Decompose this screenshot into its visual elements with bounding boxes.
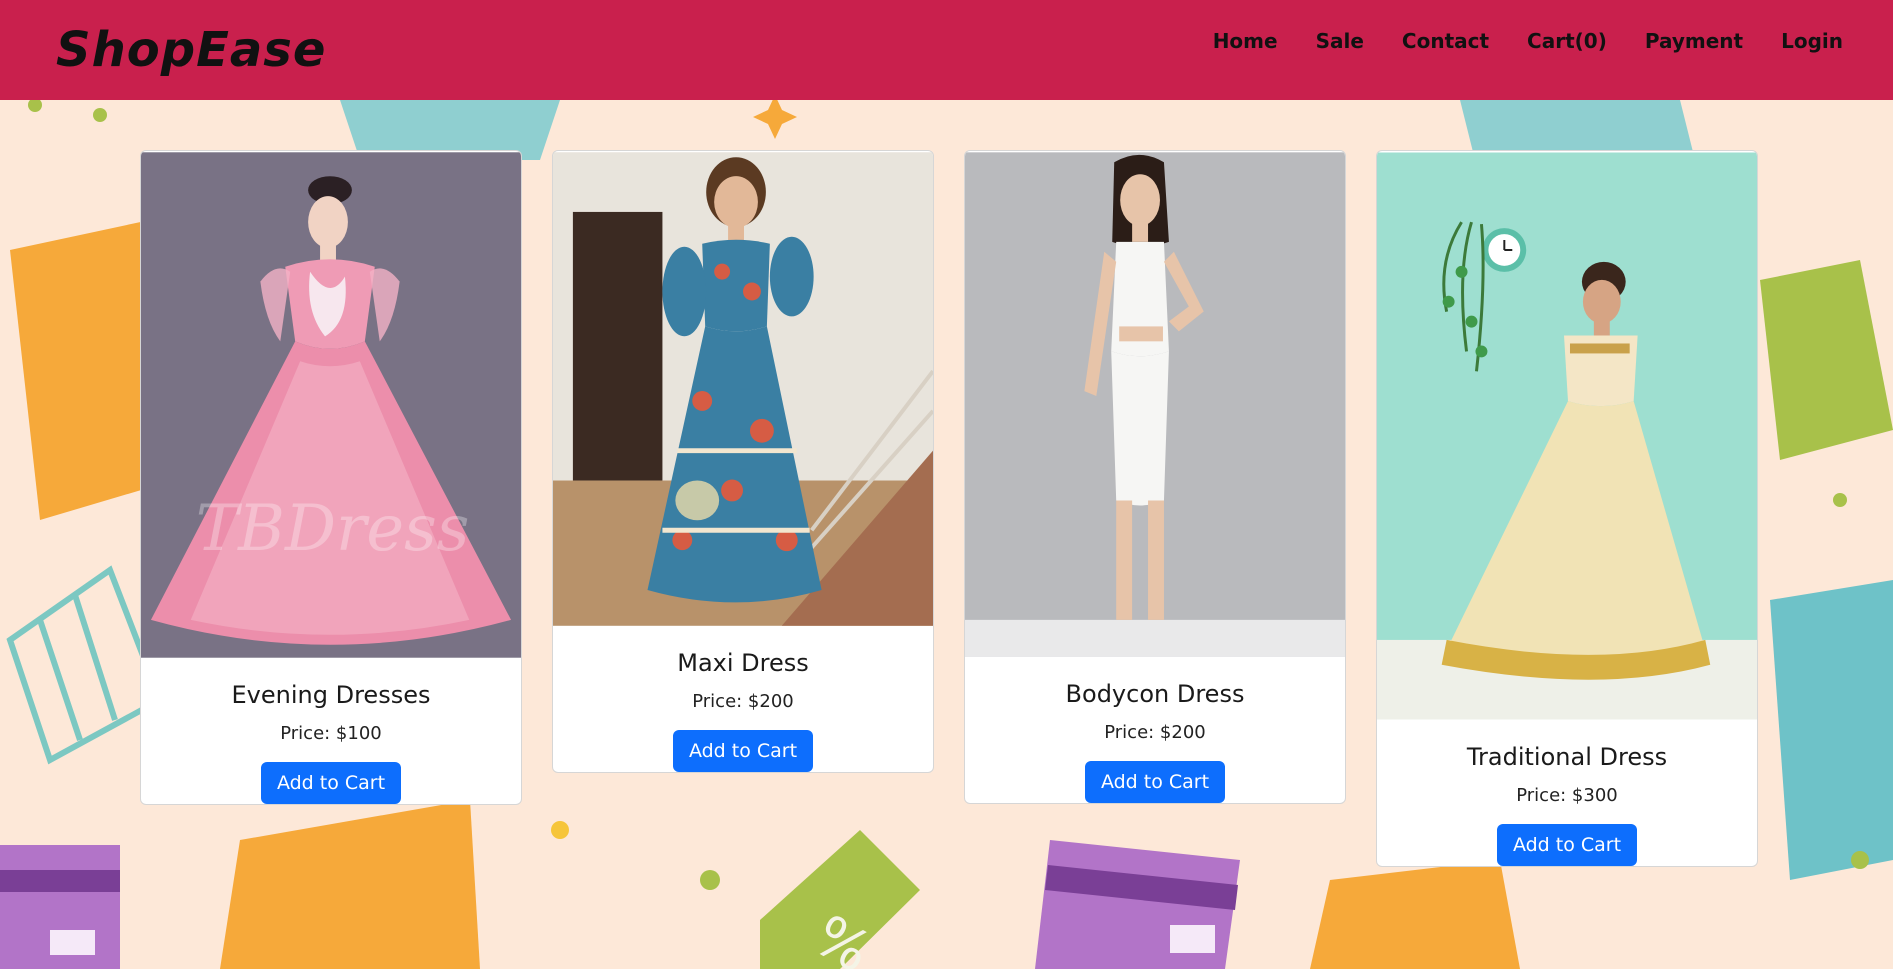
card-body: Maxi Dress Price: $200 Add to Cart <box>553 627 933 772</box>
card-body: Traditional Dress Price: $300 Add to Car… <box>1377 721 1757 866</box>
product-card-bodycon-dress: Bodycon Dress Price: $200 Add to Cart <box>964 150 1346 804</box>
sparkle-icon <box>753 100 797 139</box>
add-to-cart-button[interactable]: Add to Cart <box>1496 824 1638 866</box>
nav-contact-link[interactable]: Contact <box>1402 29 1489 53</box>
dot-icon <box>93 108 107 122</box>
dot-icon <box>1851 851 1869 869</box>
product-price: Price: $300 <box>1516 785 1618 806</box>
nav-sale-link[interactable]: Sale <box>1316 29 1364 53</box>
nav-home-link[interactable]: Home <box>1213 29 1278 53</box>
floral-maxi-dress-photo <box>553 152 933 626</box>
card-body: Evening Dresses Price: $100 Add to Cart <box>141 659 521 804</box>
product-price: Price: $100 <box>280 723 382 744</box>
product-title: Maxi Dress <box>677 649 809 677</box>
add-to-cart-button[interactable]: Add to Cart <box>672 730 814 772</box>
credit-card-icon <box>0 845 120 969</box>
white-bodycon-dress-photo <box>965 152 1345 657</box>
shopping-bag-icon <box>1760 260 1893 880</box>
nav-login-link[interactable]: Login <box>1781 29 1843 53</box>
product-grid: TBDress Evening Dresses Price: $100 Add … <box>140 150 1760 910</box>
product-card-traditional-dress: Traditional Dress Price: $300 Add to Car… <box>1376 150 1758 867</box>
product-price: Price: $200 <box>1104 722 1206 743</box>
product-title: Traditional Dress <box>1466 743 1668 771</box>
svg-text:TBDress: TBDress <box>196 492 470 566</box>
basket-icon <box>6 565 164 765</box>
product-title: Evening Dresses <box>231 681 431 709</box>
nav-menu: Home Sale Contact Cart(0) Payment Login <box>1213 29 1843 53</box>
nav-cart-link[interactable]: Cart(0) <box>1527 29 1607 53</box>
product-card-maxi-dress: Maxi Dress Price: $200 Add to Cart <box>552 150 934 773</box>
dot-icon <box>28 100 42 112</box>
pink-ball-gown-photo: TBDress <box>141 152 521 658</box>
top-navbar: ShopEase Home Sale Contact Cart(0) Payme… <box>0 0 1893 100</box>
product-card-evening-dresses: TBDress Evening Dresses Price: $100 Add … <box>140 150 522 805</box>
card-body: Bodycon Dress Price: $200 Add to Cart <box>965 658 1345 803</box>
dot-icon <box>1833 493 1847 507</box>
brand-logo[interactable]: ShopEase <box>56 22 326 78</box>
add-to-cart-button[interactable]: Add to Cart <box>260 762 402 804</box>
traditional-gown-photo <box>1377 152 1757 720</box>
add-to-cart-button[interactable]: Add to Cart <box>1084 761 1226 803</box>
nav-payment-link[interactable]: Payment <box>1645 29 1743 53</box>
product-price: Price: $200 <box>692 691 794 712</box>
product-title: Bodycon Dress <box>1065 680 1245 708</box>
wall-clock-icon <box>1482 228 1527 272</box>
